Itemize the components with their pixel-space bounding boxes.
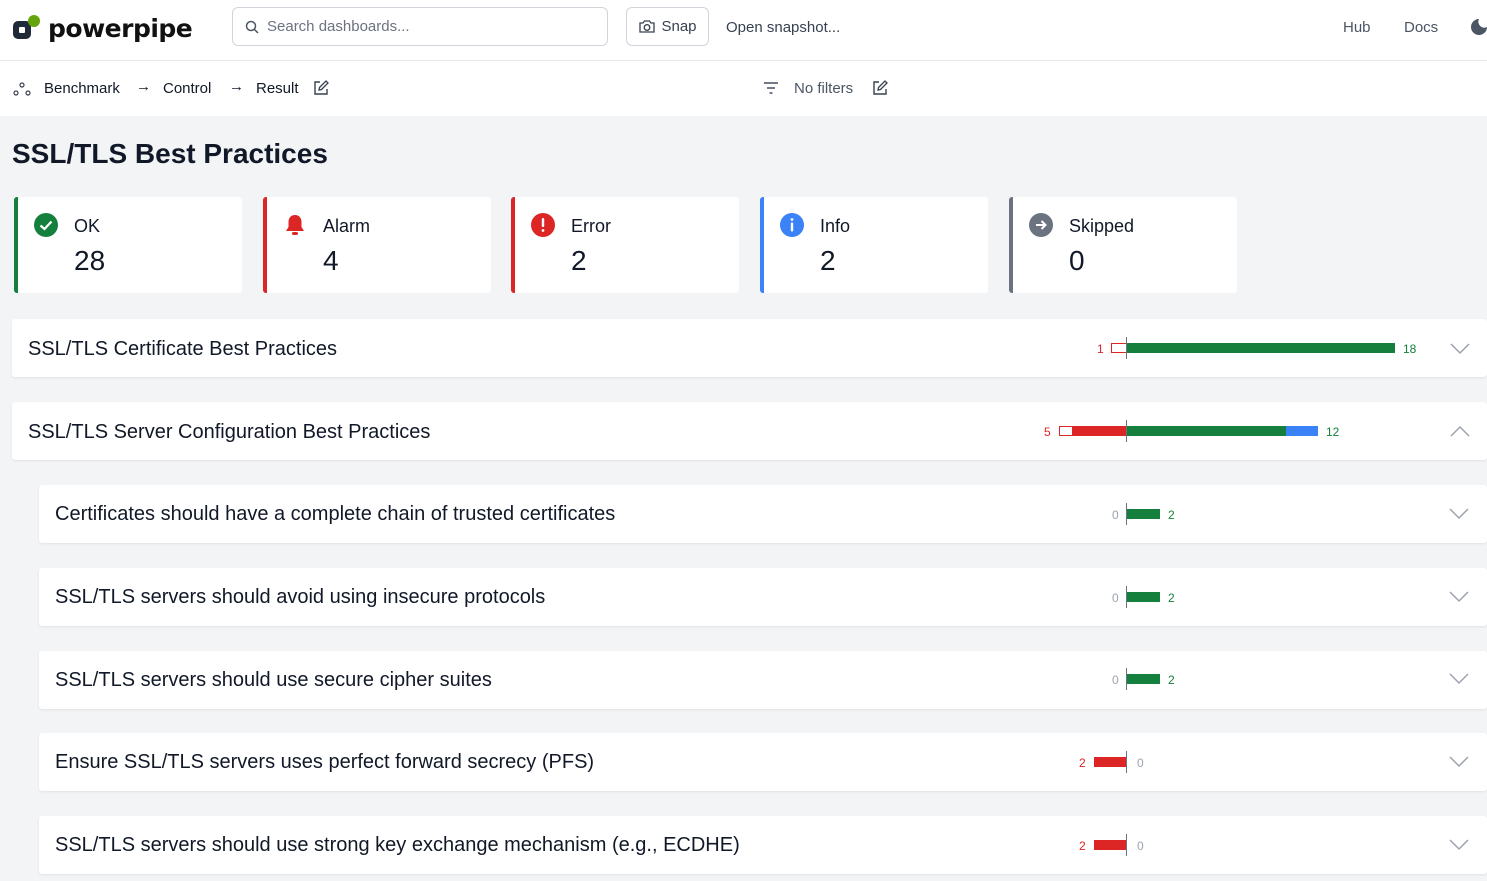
pass-count: 0 [1137, 756, 1144, 770]
benchmark-group-row[interactable]: SSL/TLS Server Configuration Best Practi… [12, 402, 1487, 460]
nav-docs-link[interactable]: Docs [1404, 19, 1438, 36]
filters-label[interactable]: No filters [794, 80, 853, 97]
control-row[interactable]: Ensure SSL/TLS servers uses perfect forw… [39, 733, 1487, 791]
chevron-up-icon[interactable] [1450, 425, 1470, 437]
alarm-bar [1073, 426, 1127, 436]
summary-value: 0 [1069, 245, 1085, 276]
arrow-right-circle-icon [1029, 213, 1053, 237]
edit-grouping-icon[interactable] [313, 80, 329, 96]
summary-label: Info [820, 216, 851, 236]
summary-card-ok: OK 28 [14, 197, 242, 293]
pass-count: 18 [1403, 342, 1417, 356]
summary-label: Skipped [1069, 216, 1135, 236]
search-input[interactable] [265, 17, 589, 36]
summary-card-info: Info 2 [760, 197, 988, 293]
snap-button[interactable]: Snap [626, 7, 709, 46]
control-title: SSL/TLS servers should use secure cipher… [55, 669, 492, 691]
ok-bar [1127, 592, 1160, 602]
control-row[interactable]: Certificates should have a complete chai… [39, 485, 1487, 543]
fail-count: 1 [1097, 342, 1104, 356]
ok-bar [1127, 343, 1395, 353]
exclamation-circle-icon [531, 213, 555, 237]
alarm-bar [1094, 840, 1127, 850]
alarm-bar [1094, 757, 1127, 767]
summary-label: Error [571, 216, 611, 236]
chevron-down-icon[interactable] [1449, 839, 1469, 851]
ok-bar [1127, 426, 1286, 436]
summary-value: 4 [323, 245, 339, 276]
info-circle-icon [780, 213, 804, 237]
breadcrumb-arrow: → [136, 78, 151, 95]
control-title: SSL/TLS servers should use strong key ex… [55, 834, 740, 856]
chevron-down-icon[interactable] [1449, 756, 1469, 768]
chevron-down-icon[interactable] [1449, 591, 1469, 603]
summary-card-skipped: Skipped 0 [1009, 197, 1237, 293]
ok-bar [1127, 674, 1160, 684]
chevron-down-icon[interactable] [1449, 508, 1469, 520]
fail-count: 0 [1112, 673, 1119, 687]
summary-card-alarm: Alarm 4 [263, 197, 491, 293]
error-bar [1059, 426, 1073, 436]
summary-value: 28 [74, 245, 106, 276]
top-bar: powerpipe Snap Open snapshot... Hub Docs [0, 0, 1487, 61]
control-title: Ensure SSL/TLS servers uses perfect forw… [55, 751, 595, 773]
pass-count: 0 [1137, 839, 1144, 853]
bar-axis [1126, 751, 1127, 773]
open-snapshot-link[interactable]: Open snapshot... [726, 19, 840, 36]
control-row[interactable]: SSL/TLS servers should use secure cipher… [39, 651, 1487, 709]
search-box[interactable] [232, 7, 608, 46]
breadcrumb-result[interactable]: Result [256, 80, 299, 97]
control-row[interactable]: SSL/TLS servers should avoid using insec… [39, 568, 1487, 626]
ok-bar [1127, 509, 1160, 519]
group-title: SSL/TLS Certificate Best Practices [28, 338, 338, 360]
chevron-down-icon[interactable] [1450, 343, 1470, 355]
summary-label: OK [74, 216, 101, 236]
page-title: SSL/TLS Best Practices [12, 138, 328, 169]
breadcrumb-control[interactable]: Control [163, 80, 211, 97]
control-row[interactable]: SSL/TLS servers should use strong key ex… [39, 816, 1487, 874]
breadcrumb-arrow: → [229, 78, 244, 95]
fail-count: 0 [1112, 591, 1119, 605]
pass-count: 2 [1168, 508, 1175, 522]
benchmark-group-row[interactable]: SSL/TLS Certificate Best Practices 1 18 [12, 319, 1487, 377]
breadcrumb-benchmark[interactable]: Benchmark [44, 80, 120, 97]
camera-icon [639, 20, 656, 33]
fail-count: 2 [1079, 839, 1086, 853]
summary-value: 2 [820, 245, 836, 276]
bar-axis [1126, 834, 1127, 856]
fail-count: 5 [1044, 425, 1051, 439]
summary-value: 2 [571, 245, 587, 276]
snap-label: Snap [661, 18, 697, 35]
breadcrumb-bar: Benchmark → Control → Result No filters [0, 61, 1487, 116]
control-title: SSL/TLS servers should avoid using insec… [55, 586, 546, 608]
summary-label: Alarm [323, 216, 371, 236]
brand-name: powerpipe [48, 13, 193, 43]
pass-count: 12 [1326, 425, 1340, 439]
summary-card-error: Error 2 [511, 197, 739, 293]
fail-count: 2 [1079, 756, 1086, 770]
logo[interactable]: powerpipe [12, 12, 193, 44]
search-icon [245, 20, 259, 34]
moon-icon[interactable] [1470, 18, 1487, 36]
grouping-icon[interactable] [13, 82, 31, 96]
pass-count: 2 [1168, 673, 1175, 687]
error-bar [1111, 343, 1127, 353]
powerpipe-logo-icon [13, 15, 40, 39]
bell-icon [286, 215, 304, 235]
check-circle-icon [34, 213, 58, 237]
edit-filters-icon[interactable] [872, 80, 888, 96]
fail-count: 0 [1112, 508, 1119, 522]
group-title: SSL/TLS Server Configuration Best Practi… [28, 421, 431, 443]
nav-hub-link[interactable]: Hub [1343, 19, 1371, 36]
pass-count: 2 [1168, 591, 1175, 605]
info-bar [1286, 426, 1318, 436]
chevron-down-icon[interactable] [1449, 673, 1469, 685]
filter-icon[interactable] [764, 82, 778, 94]
control-title: Certificates should have a complete chai… [55, 503, 616, 525]
